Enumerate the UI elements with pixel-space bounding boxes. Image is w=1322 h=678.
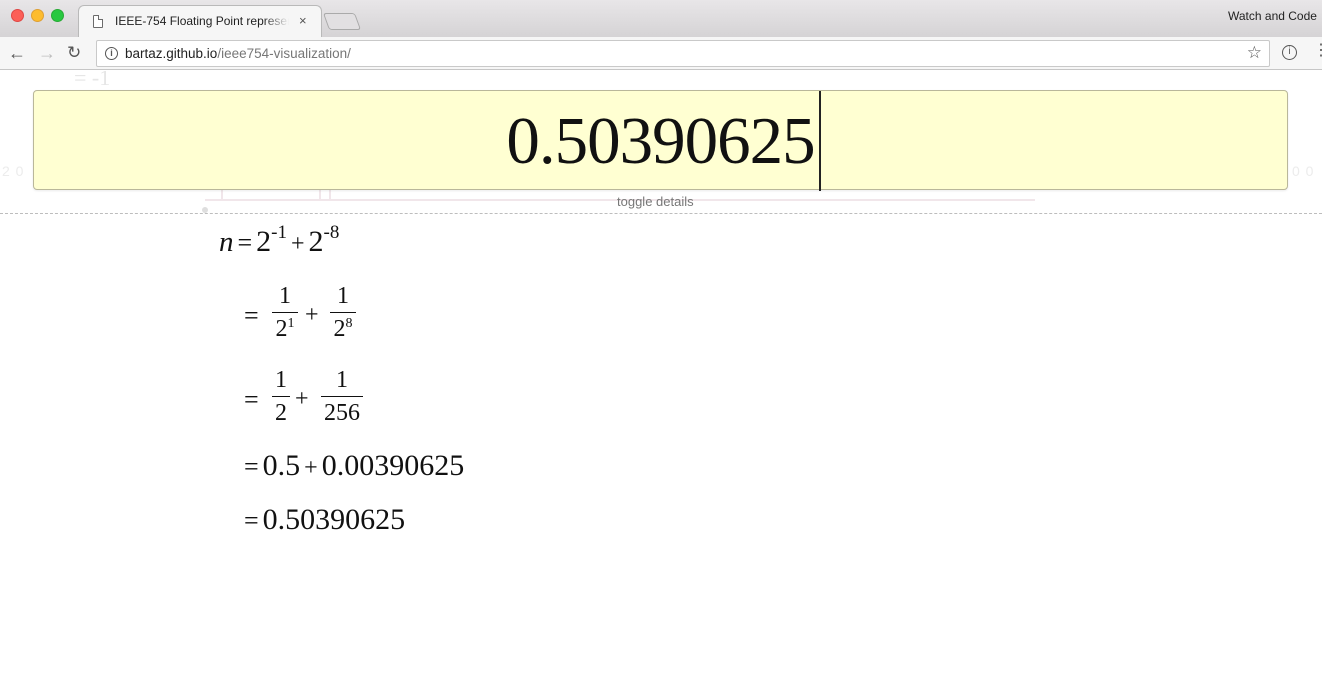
- equation-line-4: = 0.5 + 0.00390625: [244, 449, 464, 483]
- decimal-term: 0.00390625: [321, 449, 465, 482]
- fraction: 1 21: [272, 282, 298, 346]
- power-base: 2: [275, 316, 288, 343]
- new-tab-button[interactable]: [322, 13, 362, 30]
- fraction-bar: [272, 396, 290, 398]
- tab-title: IEEE-754 Floating Point representation: [115, 14, 289, 28]
- fraction-bar: [272, 312, 298, 314]
- fraction-numerator: 1: [279, 283, 291, 309]
- extension-icon[interactable]: i: [1282, 45, 1297, 60]
- fraction-numerator: 1: [275, 367, 287, 393]
- window-titlebar: IEEE-754 Floating Point representation ×…: [0, 0, 1322, 37]
- equation-line-1: n = 2-1 + 2-8: [219, 222, 340, 259]
- dashed-separator: [0, 213, 1322, 214]
- address-bar[interactable]: i bartaz.github.io/ieee754-visualization…: [96, 40, 1270, 67]
- page-content: = -1 2 0 0 0 0.50390625 toggle details n…: [0, 71, 1322, 678]
- fraction-numerator: 1: [337, 283, 349, 309]
- maximize-window-button[interactable]: [51, 9, 64, 22]
- fraction: 1 256: [321, 366, 363, 426]
- close-window-button[interactable]: [11, 9, 24, 22]
- plus-sign: +: [304, 455, 318, 481]
- power-exponent: 8: [345, 316, 353, 332]
- equals-sign: =: [237, 228, 253, 257]
- fraction-denominator: 28: [330, 316, 356, 346]
- fraction-bar: [330, 312, 356, 314]
- faded-bit-label-left: 2 0: [2, 163, 25, 179]
- back-arrow-icon[interactable]: ←: [8, 41, 26, 65]
- equals-sign: =: [244, 385, 259, 414]
- plus-sign: +: [295, 386, 309, 412]
- number-input-value[interactable]: 0.50390625: [34, 103, 1287, 179]
- forward-arrow-icon[interactable]: →: [38, 41, 56, 65]
- power-exponent: 1: [287, 316, 295, 332]
- page-icon: [93, 15, 103, 28]
- plus-sign: +: [291, 231, 305, 257]
- star-icon[interactable]: ☆: [1247, 43, 1262, 63]
- faded-equation: = -1: [74, 71, 111, 90]
- result-value: 0.50390625: [262, 503, 406, 536]
- plus-sign: +: [305, 302, 319, 328]
- fraction-bar: [321, 396, 363, 398]
- fraction-denominator: 21: [272, 316, 298, 346]
- url-text[interactable]: bartaz.github.io/ieee754-visualization/: [125, 46, 351, 61]
- power-exponent: -1: [271, 222, 287, 243]
- browser-tab[interactable]: IEEE-754 Floating Point representation ×: [78, 5, 322, 37]
- close-icon[interactable]: ×: [299, 13, 307, 29]
- minimize-window-button[interactable]: [31, 9, 44, 22]
- reload-icon[interactable]: ↻: [67, 41, 81, 65]
- equation-line-5: = 0.50390625: [244, 503, 405, 537]
- equals-sign: =: [244, 452, 259, 481]
- power-base: 2: [256, 225, 272, 258]
- info-icon[interactable]: i: [105, 47, 118, 60]
- equals-sign: =: [244, 301, 259, 330]
- url-host: bartaz.github.io: [125, 46, 218, 61]
- number-input[interactable]: 0.50390625: [33, 90, 1288, 191]
- profile-button[interactable]: Watch and Code: [1228, 9, 1322, 23]
- fraction-denominator: 256: [324, 400, 360, 427]
- power-exponent: -8: [323, 222, 340, 243]
- url-path: /ieee754-visualization/: [217, 46, 351, 61]
- browser-toolbar: ← → ↻ i bartaz.github.io/ieee754-visuali…: [0, 37, 1322, 70]
- text-caret: [819, 91, 821, 191]
- toggle-details-link[interactable]: toggle details: [617, 194, 694, 209]
- power-base: 2: [333, 316, 346, 343]
- fraction-denominator: 2: [275, 400, 287, 427]
- variable-n: n: [219, 226, 234, 258]
- power-base: 2: [308, 225, 324, 258]
- faded-bit-label-right: 0 0: [1292, 163, 1315, 179]
- fraction-numerator: 1: [336, 367, 348, 393]
- fraction: 1 2: [272, 366, 290, 426]
- equals-sign: =: [244, 506, 259, 535]
- decimal-term: 0.5: [262, 449, 301, 482]
- menu-icon[interactable]: ⋮: [1313, 42, 1322, 60]
- fraction: 1 28: [330, 282, 356, 346]
